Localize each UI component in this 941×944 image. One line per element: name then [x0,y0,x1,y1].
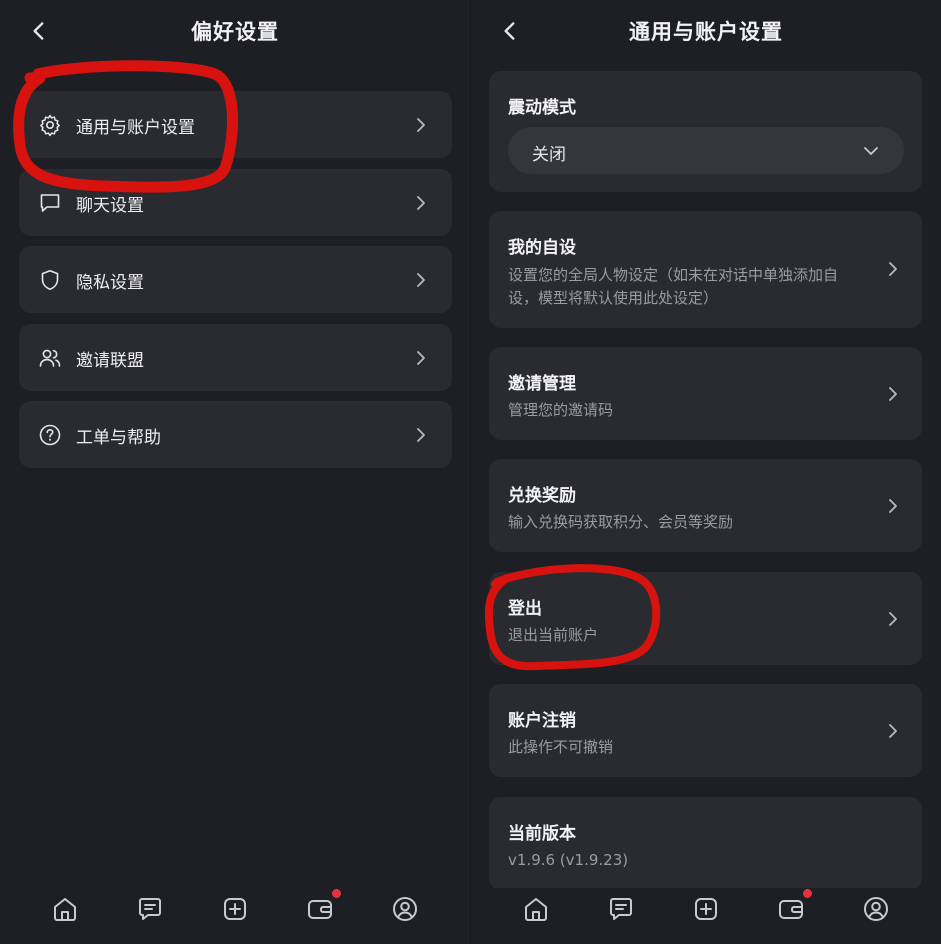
gear-icon [38,113,62,137]
wallet-icon [779,900,803,919]
version-card: 当前版本 v1.9.6 (v1.9.23) [489,797,922,890]
chat-icon [610,898,632,920]
my-persona-card[interactable]: 我的自设 设置您的全局人物设定（如未在对话中单独添加自 设，模型将默认使用此处设… [489,211,922,328]
vibration-mode-card: 震动模式 关闭 [489,71,922,192]
chevron-right-icon [884,495,902,517]
tab-create[interactable] [691,894,721,924]
vibration-mode-select[interactable]: 关闭 [508,127,904,174]
tab-wallet[interactable] [305,889,341,924]
tab-home[interactable] [521,894,551,924]
card-title: 兑换奖励 [508,486,576,506]
chevron-right-icon [412,347,430,369]
tab-wallet[interactable] [776,889,812,924]
card-title: 震动模式 [508,98,576,118]
wallet-icon [308,900,332,919]
general-account-settings-screen: 通用与账户设置 震动模式 关闭 我的自设 设置您的全局人物设定（如未在对话中单独… [471,0,941,944]
card-title: 登出 [508,599,542,619]
menu-item-label: 隐私设置 [76,273,144,293]
card-title: 我的自设 [508,238,576,258]
menu-item-invite-alliance[interactable]: 邀请联盟 [19,324,452,391]
profile-icon [393,897,417,921]
chat-icon [139,898,161,920]
select-value: 关闭 [532,145,566,165]
shield-icon [38,268,62,292]
menu-item-label: 邀请联盟 [76,351,144,371]
page-title: 偏好设置 [191,20,279,44]
chevron-right-icon [412,114,430,136]
logout-card[interactable]: 登出 退出当前账户 [489,572,922,665]
delete-account-card[interactable]: 账户注销 此操作不可撤销 [489,684,922,777]
card-subtitle: 管理您的邀请码 [508,401,614,419]
chevron-right-icon [412,424,430,446]
home-icon [525,898,547,921]
menu-item-label: 通用与账户设置 [76,118,195,138]
add-icon [224,898,246,920]
card-subtitle: 设，模型将默认使用此处设定） [508,289,719,307]
users-icon [38,346,62,370]
card-subtitle: 退出当前账户 [508,626,599,644]
menu-item-general-account[interactable]: 通用与账户设置 [19,91,452,158]
chevron-down-icon [860,140,882,162]
chevron-right-icon [412,269,430,291]
menu-item-chat-settings[interactable]: 聊天设置 [19,169,452,236]
chevron-right-icon [884,383,902,405]
tab-profile[interactable] [390,894,420,924]
page-title: 通用与账户设置 [629,20,783,44]
preferences-screen: 偏好设置 通用与账户设置 聊天设置 隐私设置 邀请联盟 工单与帮助 [0,0,470,944]
profile-icon [864,897,888,921]
add-icon [695,898,717,920]
chevron-right-icon [884,720,902,742]
settings-header: 通用与账户设置 [471,0,941,62]
tab-chat[interactable] [135,894,165,924]
menu-item-label: 聊天设置 [76,196,144,216]
chat-bubble-icon [38,191,62,215]
invite-management-card[interactable]: 邀请管理 管理您的邀请码 [489,347,922,440]
tab-create[interactable] [220,894,250,924]
card-subtitle: 此操作不可撤销 [508,738,614,756]
preferences-header: 偏好设置 [0,0,470,62]
menu-item-label: 工单与帮助 [76,428,161,448]
chevron-right-icon [884,258,902,280]
card-subtitle: 输入兑换码获取积分、会员等奖励 [508,513,734,531]
bottom-tab-bar [471,888,941,944]
chevron-right-icon [884,608,902,630]
home-icon [54,898,76,921]
help-circle-icon [38,423,62,447]
menu-item-tickets-help[interactable]: 工单与帮助 [19,401,452,468]
tab-home[interactable] [50,894,80,924]
notification-badge [803,889,812,898]
notification-badge [332,889,341,898]
card-title: 当前版本 [508,824,576,844]
redeem-rewards-card[interactable]: 兑换奖励 输入兑换码获取积分、会员等奖励 [489,459,922,552]
card-title: 账户注销 [508,711,576,731]
bottom-tab-bar [0,888,470,944]
version-value: v1.9.6 (v1.9.23) [508,851,629,869]
card-title: 邀请管理 [508,374,576,394]
menu-item-privacy-settings[interactable]: 隐私设置 [19,246,452,313]
tab-chat[interactable] [606,894,636,924]
tab-profile[interactable] [861,894,891,924]
chevron-right-icon [412,192,430,214]
